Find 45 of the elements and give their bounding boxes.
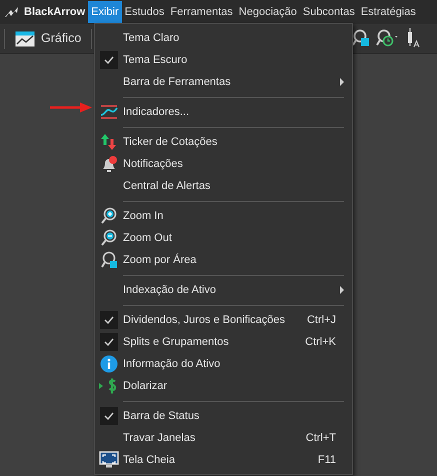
menu-item[interactable]: Informação do Ativo: [95, 353, 352, 375]
shortcut-text: Ctrl+K: [305, 334, 336, 350]
dollar-icon: [99, 377, 119, 395]
menu-item[interactable]: Zoom Out: [95, 227, 352, 249]
logo-icon: [4, 5, 20, 19]
menu-item[interactable]: Tema Escuro: [95, 49, 352, 71]
app-name: BlackArrow: [24, 4, 86, 20]
menu-item[interactable]: Travar Janelas Ctrl+T: [95, 427, 352, 449]
menu-item[interactable]: Dolarizar: [95, 375, 352, 397]
shortcut-text: Ctrl+J: [306, 312, 336, 328]
chart-icon: [15, 30, 35, 46]
menu-item[interactable]: Exibir: [88, 1, 122, 23]
zoom-area-icon[interactable]: [352, 29, 370, 47]
menu-item[interactable]: Subcontas: [300, 1, 358, 23]
menu-item[interactable]: Notificações: [95, 153, 352, 175]
menu-item[interactable]: Barra de Ferramentas: [95, 71, 352, 93]
menu-item[interactable]: Dividendos, Juros e Bonificações Ctrl+J: [95, 309, 352, 331]
monitor-icon: [99, 451, 119, 469]
menu-item[interactable]: Central de Alertas: [95, 175, 352, 197]
menu-item[interactable]: Zoom por Área: [95, 249, 352, 271]
menu-item[interactable]: Splits e Grupamentos Ctrl+K: [95, 331, 352, 353]
menu-item[interactable]: Ferramentas: [167, 1, 236, 23]
indicators-icon: [100, 104, 118, 120]
menu-item[interactable]: Estudos: [122, 1, 168, 23]
zoom-area-icon: [100, 251, 118, 269]
shortcut-text: F11: [318, 452, 336, 468]
up-down-arrows-icon: [100, 133, 118, 151]
info-icon: [100, 355, 118, 373]
menu-item[interactable]: Tema Claro: [95, 27, 352, 49]
annotation-arrow: [50, 102, 92, 113]
menu-item[interactable]: Barra de Status: [95, 405, 352, 427]
menu-item[interactable]: Ticker de Cotações: [95, 131, 352, 153]
menu-item[interactable]: Tela Cheia F11: [95, 449, 352, 471]
shortcut-text: Ctrl+T: [306, 430, 336, 446]
menu-item[interactable]: Zoom In: [95, 205, 352, 227]
bell-icon: [100, 155, 118, 173]
menu-item[interactable]: Negociação: [236, 1, 300, 23]
zoom-out-icon: [100, 229, 118, 247]
zoom-in-icon: [100, 207, 118, 225]
candle-icon[interactable]: [406, 28, 420, 48]
clock-icon[interactable]: [376, 29, 400, 47]
chart-button[interactable]: Gráfico: [11, 27, 86, 50]
menu-item[interactable]: Estratégias: [358, 1, 419, 23]
menu-item[interactable]: Indexação de Ativo: [95, 279, 352, 301]
menu-item[interactable]: Indicadores...: [95, 101, 352, 123]
